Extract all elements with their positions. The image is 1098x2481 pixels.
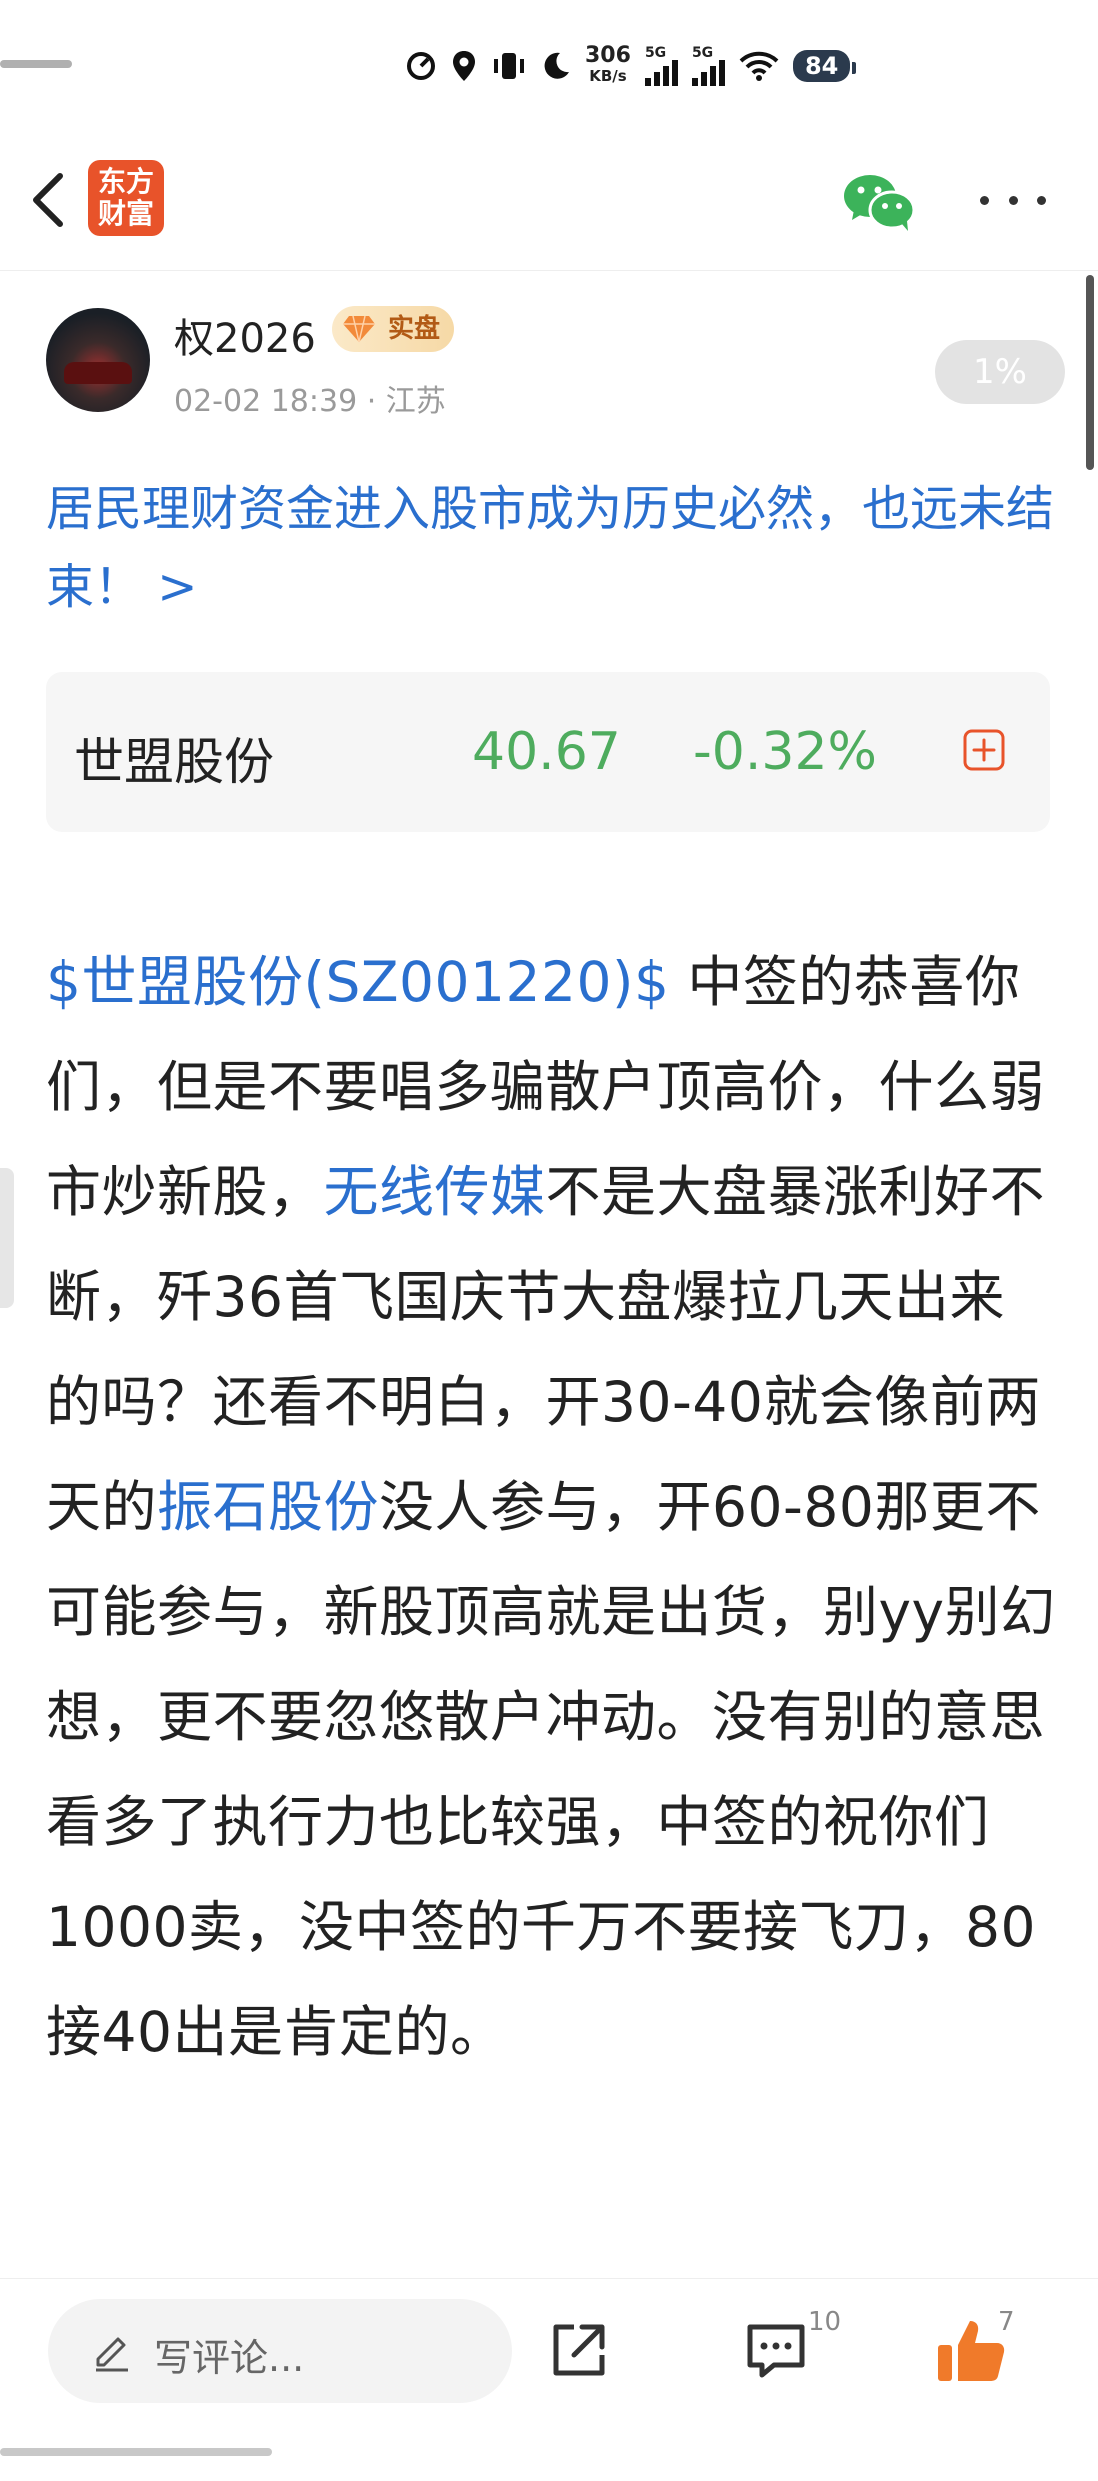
vibrate-icon (494, 53, 524, 79)
moon-icon (544, 52, 569, 79)
app-logo[interactable]: 东方 财富 (88, 160, 164, 236)
comment-count: 10 (808, 2307, 842, 2337)
sim2-label: 5G (691, 45, 714, 61)
progress-pill: 1% (935, 340, 1065, 404)
scrollbar[interactable] (1086, 275, 1094, 470)
stock-name: 世盟股份 (74, 733, 274, 791)
edge-handle[interactable] (0, 1168, 14, 1308)
top-nav-bar: 东方 财富 (0, 130, 1098, 271)
badge-label: 实盘 (388, 314, 441, 344)
like-count: 7 (998, 2307, 1015, 2337)
author-name[interactable]: 权2026 (174, 306, 316, 364)
more-icon[interactable] (980, 182, 1046, 218)
battery-indicator: 84 (792, 50, 857, 82)
post-date: 02-02 18:39 (174, 384, 358, 419)
pen-icon (96, 2337, 128, 2372)
status-bar: 306 KB/s 5G 5G 84 (0, 0, 1098, 130)
location-icon (453, 51, 475, 81)
content-text: 没人参与，开60-80那更不可能参与，新股顶高就是出货，别yy别幻想，更不要忽悠… (46, 1475, 1056, 2064)
stock-link-wuxian[interactable]: 无线传媒 (324, 1160, 546, 1224)
share-icon[interactable] (546, 2319, 610, 2383)
comment-input[interactable]: 写评论... (48, 2299, 512, 2403)
logo-line-1: 东方 (97, 165, 154, 198)
thumbs-up-icon[interactable] (936, 2315, 1006, 2385)
home-indicator (0, 2448, 272, 2456)
stock-tag-link[interactable]: $世盟股份(SZ001220)$ (46, 950, 669, 1014)
signal-bars-icon (691, 60, 725, 86)
wifi-icon (739, 51, 779, 81)
network-speed-value: 306 (585, 43, 631, 68)
comment-icon[interactable] (744, 2319, 808, 2383)
wechat-icon[interactable] (840, 170, 916, 234)
stock-link-zhenshi[interactable]: 振石股份 (157, 1475, 379, 1539)
signal-bars-icon (644, 60, 678, 86)
network-speed-unit: KB/s (589, 67, 627, 85)
comment-placeholder: 写评论... (154, 2336, 305, 2380)
diamond-icon (343, 315, 375, 343)
post-content: $世盟股份(SZ001220)$ 中签的恭喜你们，但是不要唱多骗散户顶高价，什么… (46, 930, 1058, 2085)
status-badge[interactable]: 实盘 (332, 306, 455, 352)
stock-change: -0.32% (693, 722, 877, 782)
back-icon[interactable] (22, 168, 82, 232)
sim1-label: 5G (644, 45, 667, 61)
window-handle (0, 60, 72, 68)
avatar[interactable] (46, 308, 150, 412)
post-headline[interactable]: 居民理财资金进入股市成为历史必然，也远未结束！ > (46, 470, 1056, 626)
logo-line-2: 财富 (97, 197, 154, 230)
post-meta: 02-02 18:39 · 江苏 (174, 376, 446, 420)
speedometer-icon (407, 52, 435, 80)
stock-card[interactable]: 世盟股份 40.67 -0.32% (46, 672, 1050, 832)
network-speed: 306 KB/s (585, 43, 631, 86)
sim2-signal: 5G (691, 45, 725, 86)
add-watchlist-icon[interactable] (962, 728, 1006, 772)
status-icons: 306 KB/s 5G 5G 84 (405, 40, 857, 92)
sim1-signal: 5G (644, 45, 678, 86)
post-location: · 江苏 (366, 384, 446, 419)
stock-price: 40.67 (472, 722, 621, 782)
